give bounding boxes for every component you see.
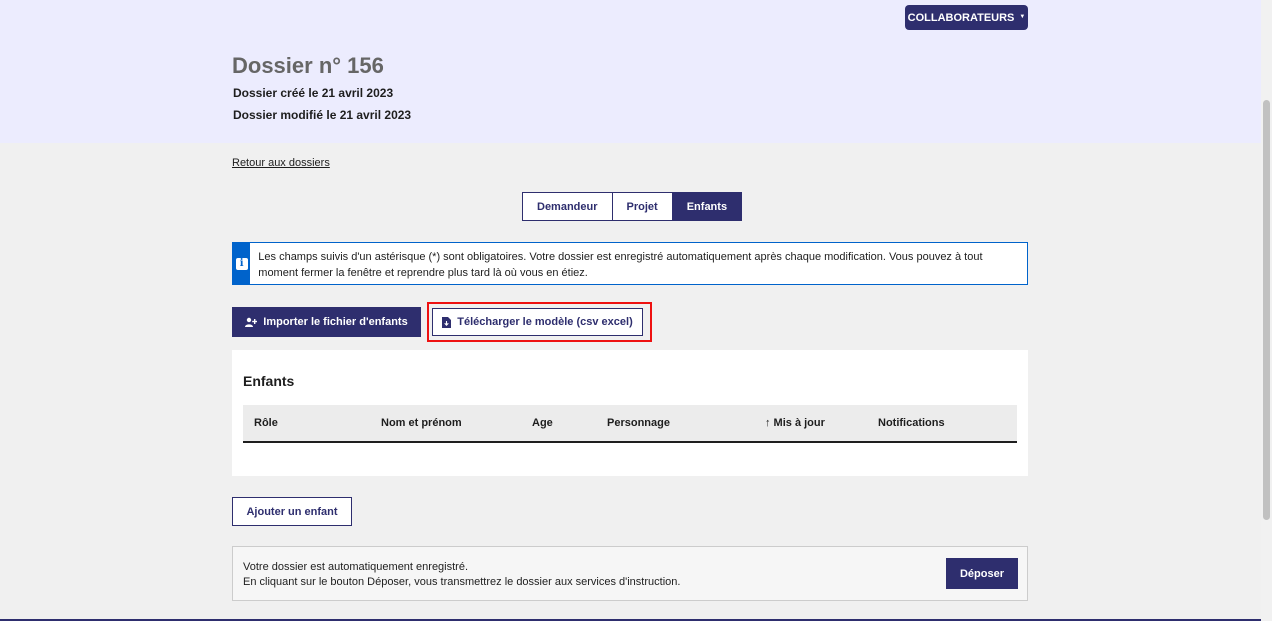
created-date: Dossier créé le 21 avril 2023 (233, 86, 394, 100)
info-text: Les champs suivis d'un astérisque (*) so… (258, 251, 983, 279)
download-label: Télécharger le modèle (csv excel) (457, 316, 633, 328)
info-bar: i (233, 243, 251, 284)
info-icon: i (235, 257, 248, 270)
import-children-file-button[interactable]: Importer le fichier d'enfants (232, 307, 421, 337)
submit-footer: Votre dossier est automatiquement enregi… (232, 546, 1028, 601)
add-user-icon (245, 317, 258, 327)
column-age[interactable]: Age (532, 417, 553, 429)
scrollbar-thumb[interactable] (1263, 100, 1270, 520)
children-panel: Enfants Rôle Nom et prénom Age Personnag… (232, 350, 1028, 476)
info-notice: i Les champs suivis d'un astérisque (*) … (232, 242, 1028, 285)
back-to-dossiers-link[interactable]: Retour aux dossiers (232, 157, 330, 169)
modified-date: Dossier modifié le 21 avril 2023 (233, 108, 412, 122)
footer-line-1: Votre dossier est automatiquement enregi… (243, 561, 469, 573)
caret-down-icon: ▼ (1019, 13, 1026, 20)
collaborators-label: COLLABORATEURS (907, 11, 1015, 24)
page-title: Dossier n° 156 (232, 53, 384, 78)
children-title: Enfants (243, 373, 295, 389)
vertical-scrollbar[interactable] (1261, 0, 1272, 621)
footer-text: Votre dossier est automatiquement enregi… (243, 560, 680, 590)
dossier-header: COLLABORATEURS ▼ Dossier n° 156 Dossier … (0, 0, 1261, 143)
column-name[interactable]: Nom et prénom (381, 417, 462, 429)
column-notifications[interactable]: Notifications (878, 417, 945, 429)
column-updated[interactable]: ↑ Mis à jour (765, 417, 825, 429)
download-template-button[interactable]: Télécharger le modèle (csv excel) (432, 308, 643, 336)
section-tabs: Demandeur Projet Enfants (522, 192, 743, 221)
collaborators-dropdown-button[interactable]: COLLABORATEURS ▼ (905, 5, 1028, 30)
column-role[interactable]: Rôle (254, 417, 278, 429)
import-label: Importer le fichier d'enfants (263, 316, 408, 328)
footer-line-2: En cliquant sur le bouton Déposer, vous … (243, 576, 681, 588)
submit-button[interactable]: Déposer (946, 558, 1018, 589)
tab-demandeur[interactable]: Demandeur (523, 193, 613, 220)
file-download-icon (442, 316, 452, 328)
column-character[interactable]: Personnage (607, 417, 670, 429)
add-child-button[interactable]: Ajouter un enfant (232, 497, 352, 526)
children-table-header: Rôle Nom et prénom Age Personnage ↑ Mis … (243, 405, 1017, 443)
tab-projet[interactable]: Projet (612, 193, 673, 220)
tab-enfants[interactable]: Enfants (672, 193, 742, 220)
